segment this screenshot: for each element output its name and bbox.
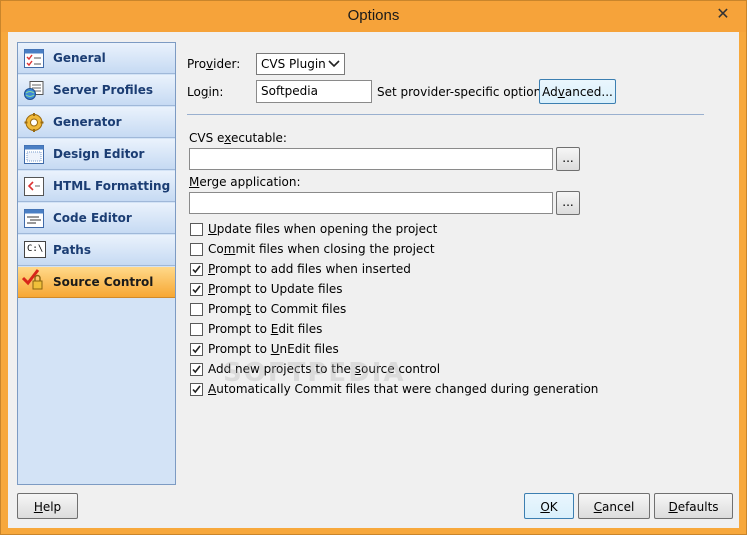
sidebar-item-design-editor[interactable]: Design Editor: [18, 139, 175, 170]
design-editor-icon: [24, 145, 44, 164]
advanced-button[interactable]: Advanced...: [539, 79, 616, 104]
checkmark-icon: [192, 265, 201, 274]
checkbox-checked[interactable]: [190, 263, 203, 276]
help-button[interactable]: Help: [17, 493, 78, 519]
cvs-executable-input[interactable]: [189, 148, 553, 170]
provider-select-value: CVS Plugin: [261, 57, 326, 71]
ok-button[interactable]: OK: [524, 493, 574, 519]
checkbox-unchecked[interactable]: [190, 303, 203, 316]
checkbox-checked[interactable]: [190, 383, 203, 396]
sidebar-item-label: Server Profiles: [53, 83, 154, 97]
checkbox-label: Commit files when closing the project: [208, 242, 435, 256]
code-editor-icon: [24, 209, 44, 228]
checkbox-unchecked[interactable]: [190, 223, 203, 236]
window-title: Options: [347, 7, 400, 24]
provider-options-label: Set provider-specific options:: [377, 85, 552, 99]
provider-label: Provider:: [187, 57, 241, 71]
sidebar-item-paths[interactable]: C:\ Paths: [18, 235, 175, 266]
checkmark-icon: [192, 365, 201, 374]
sidebar-item-label: General: [53, 51, 106, 65]
login-input[interactable]: Softpedia: [256, 80, 372, 103]
sidebar-item-label: HTML Formatting: [53, 179, 171, 193]
checkmark-icon: [192, 285, 201, 294]
checkbox-unchecked[interactable]: [190, 323, 203, 336]
checkbox-label: Prompt to add files when inserted: [208, 262, 411, 276]
sidebar-item-general[interactable]: General: [18, 43, 175, 74]
sidebar-item-html-formatting[interactable]: HTML Formatting: [18, 171, 175, 202]
server-profiles-icon: [24, 81, 44, 100]
dialog-client-area: General Server Profiles Generator Design…: [8, 32, 739, 528]
title-bar[interactable]: Options ✕: [1, 1, 746, 32]
checkmark-icon: [192, 345, 201, 354]
gear-icon: [24, 113, 44, 132]
merge-application-label: Merge application:: [189, 175, 301, 189]
paths-icon-text: C:\: [24, 241, 46, 258]
checkbox-label: Update files when opening the project: [208, 222, 438, 236]
general-icon: [24, 49, 44, 68]
provider-select[interactable]: CVS Plugin: [256, 53, 345, 75]
sidebar-item-code-editor[interactable]: Code Editor: [18, 203, 175, 234]
options-sidebar: General Server Profiles Generator Design…: [17, 42, 176, 485]
checkbox-checked[interactable]: [190, 363, 203, 376]
cancel-button[interactable]: Cancel: [578, 493, 650, 519]
chevron-down-icon: [328, 58, 340, 70]
sidebar-item-label: Generator: [53, 115, 122, 129]
close-icon[interactable]: ✕: [710, 3, 736, 25]
merge-application-browse-button[interactable]: ...: [556, 191, 580, 215]
paths-icon: C:\: [24, 241, 46, 260]
checkbox-unchecked[interactable]: [190, 243, 203, 256]
cvs-executable-label: CVS executable:: [189, 131, 287, 145]
sidebar-item-label: Source Control: [53, 275, 154, 289]
login-label: Login:: [187, 85, 224, 99]
sidebar-item-label: Paths: [53, 243, 91, 257]
sidebar-item-label: Design Editor: [53, 147, 145, 161]
checkbox-label: Prompt to Commit files: [208, 302, 347, 316]
cvs-executable-browse-button[interactable]: ...: [556, 147, 580, 171]
checkbox-label: Prompt to UnEdit files: [208, 342, 339, 356]
sidebar-item-generator[interactable]: Generator: [18, 107, 175, 138]
source-control-icon: [22, 269, 44, 292]
checkbox-label: Prompt to Edit files: [208, 322, 323, 336]
defaults-button[interactable]: Defaults: [654, 493, 733, 519]
checkmark-icon: [192, 385, 201, 394]
watermark: SOFTPEDIA: [223, 358, 406, 388]
checkbox-label: Prompt to Update files: [208, 282, 343, 296]
checkbox-checked[interactable]: [190, 343, 203, 356]
options-window: Options ✕ General Server Profiles Genera…: [0, 0, 747, 535]
sidebar-item-server-profiles[interactable]: Server Profiles: [18, 75, 175, 106]
section-divider: [187, 114, 704, 115]
checkbox-checked[interactable]: [190, 283, 203, 296]
merge-application-input[interactable]: [189, 192, 553, 214]
sidebar-item-label: Code Editor: [53, 211, 132, 225]
sidebar-item-source-control[interactable]: Source Control: [18, 267, 175, 298]
html-formatting-icon: [24, 177, 44, 196]
